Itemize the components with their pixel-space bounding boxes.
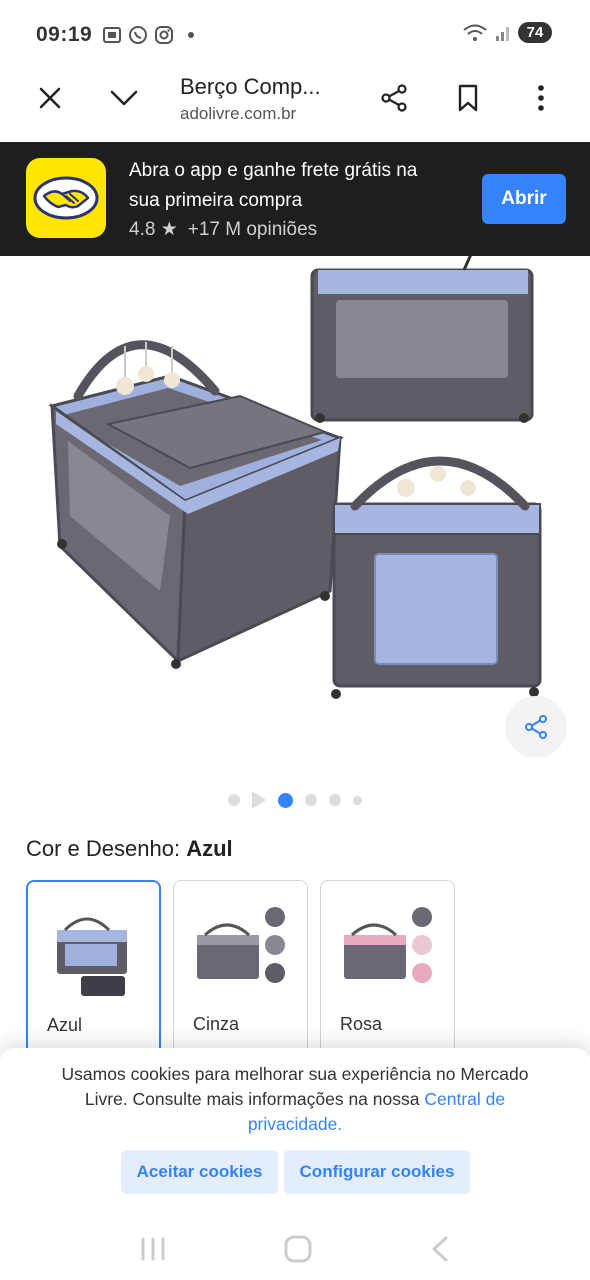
recent-apps-icon[interactable] <box>138 1236 168 1262</box>
accept-cookies-button[interactable]: Aceitar cookies <box>121 1150 278 1194</box>
handshake-icon <box>33 176 99 220</box>
status-system-icons: 74 <box>462 22 552 43</box>
back-icon[interactable] <box>428 1235 452 1263</box>
screenshot-icon <box>103 27 122 43</box>
variant-label-rosa: Rosa <box>340 1014 383 1034</box>
battery-level: 74 <box>518 22 552 43</box>
close-tab-button[interactable] <box>28 76 72 120</box>
variant-thumb-cinza <box>197 907 285 983</box>
star-icon: ★ <box>160 219 178 240</box>
crib-front-image <box>331 456 542 699</box>
home-icon[interactable] <box>283 1234 313 1264</box>
status-notification-icons <box>102 25 195 45</box>
page-title: Berço Comp... <box>180 74 321 99</box>
main-crib-image <box>48 340 345 669</box>
gallery-dot[interactable] <box>305 794 317 806</box>
gallery-pagination <box>0 790 590 810</box>
browser-toolbar: Berço Comp... adolivre.com.br <box>0 70 590 142</box>
variant-thumb-rosa <box>344 907 432 983</box>
gallery-dot[interactable] <box>228 794 240 806</box>
configure-cookies-button[interactable]: Configurar cookies <box>284 1150 470 1194</box>
more-notifications-dot <box>188 32 195 38</box>
close-icon <box>39 87 61 109</box>
page-domain: adolivre.com.br <box>180 104 297 123</box>
status-bar: 09:19 74 <box>0 0 590 70</box>
variant-thumb-azul <box>57 917 127 996</box>
variant-selected-value: Azul <box>186 836 233 861</box>
bookmark-button[interactable] <box>446 76 490 120</box>
instagram-icon <box>155 26 174 44</box>
variant-option-rosa[interactable]: Rosa <box>320 880 455 1055</box>
variant-label-text: Cor e Desenho: <box>26 836 181 861</box>
status-time: 09:19 <box>36 23 93 46</box>
share-icon <box>525 715 547 739</box>
app-install-banner: Abra o app e ganhe frete grátis na sua p… <box>0 142 590 256</box>
rating-value: 4.8 ★ <box>129 219 178 240</box>
gallery-dot[interactable] <box>329 794 341 806</box>
more-options-button[interactable] <box>519 76 563 120</box>
wifi-icon <box>463 24 487 41</box>
variant-label-cinza: Cinza <box>193 1014 240 1034</box>
system-navigation-bar <box>0 1218 590 1280</box>
gallery-dot-active[interactable] <box>278 792 293 808</box>
bookmark-icon <box>458 84 478 112</box>
url-bar[interactable]: Berço Comp... adolivre.com.br <box>180 74 360 124</box>
banner-headline: Abra o app e ganhe frete grátis na sua p… <box>129 160 418 211</box>
mercado-livre-logo <box>26 158 106 238</box>
gallery-dot[interactable] <box>353 795 362 805</box>
share-icon <box>381 84 407 112</box>
variant-option-cinza[interactable]: Cinza <box>173 880 308 1055</box>
signal-icon <box>496 26 509 41</box>
video-dot-icon[interactable] <box>252 791 266 809</box>
banner-rating: 4.8 ★ +17 M opiniões <box>129 218 317 241</box>
variant-option-azul[interactable]: Azul <box>26 880 161 1055</box>
bassinet-image <box>310 251 534 423</box>
share-button[interactable] <box>372 76 416 120</box>
variant-label: Cor e Desenho: Azul <box>26 836 233 862</box>
more-vertical-icon <box>538 85 544 111</box>
minimize-button[interactable] <box>102 76 146 120</box>
whatsapp-icon <box>129 26 148 44</box>
share-product-button[interactable] <box>505 696 567 758</box>
cookie-message: Usamos cookies para melhorar sua experiê… <box>40 1062 550 1137</box>
product-image[interactable] <box>0 251 590 776</box>
chevron-down-icon <box>110 90 138 106</box>
variant-label-azul: Azul <box>47 1015 83 1035</box>
playpen-crib-photo <box>48 251 542 699</box>
opinions-count: +17 M opiniões <box>187 218 318 240</box>
open-app-button[interactable]: Abrir <box>482 174 566 224</box>
